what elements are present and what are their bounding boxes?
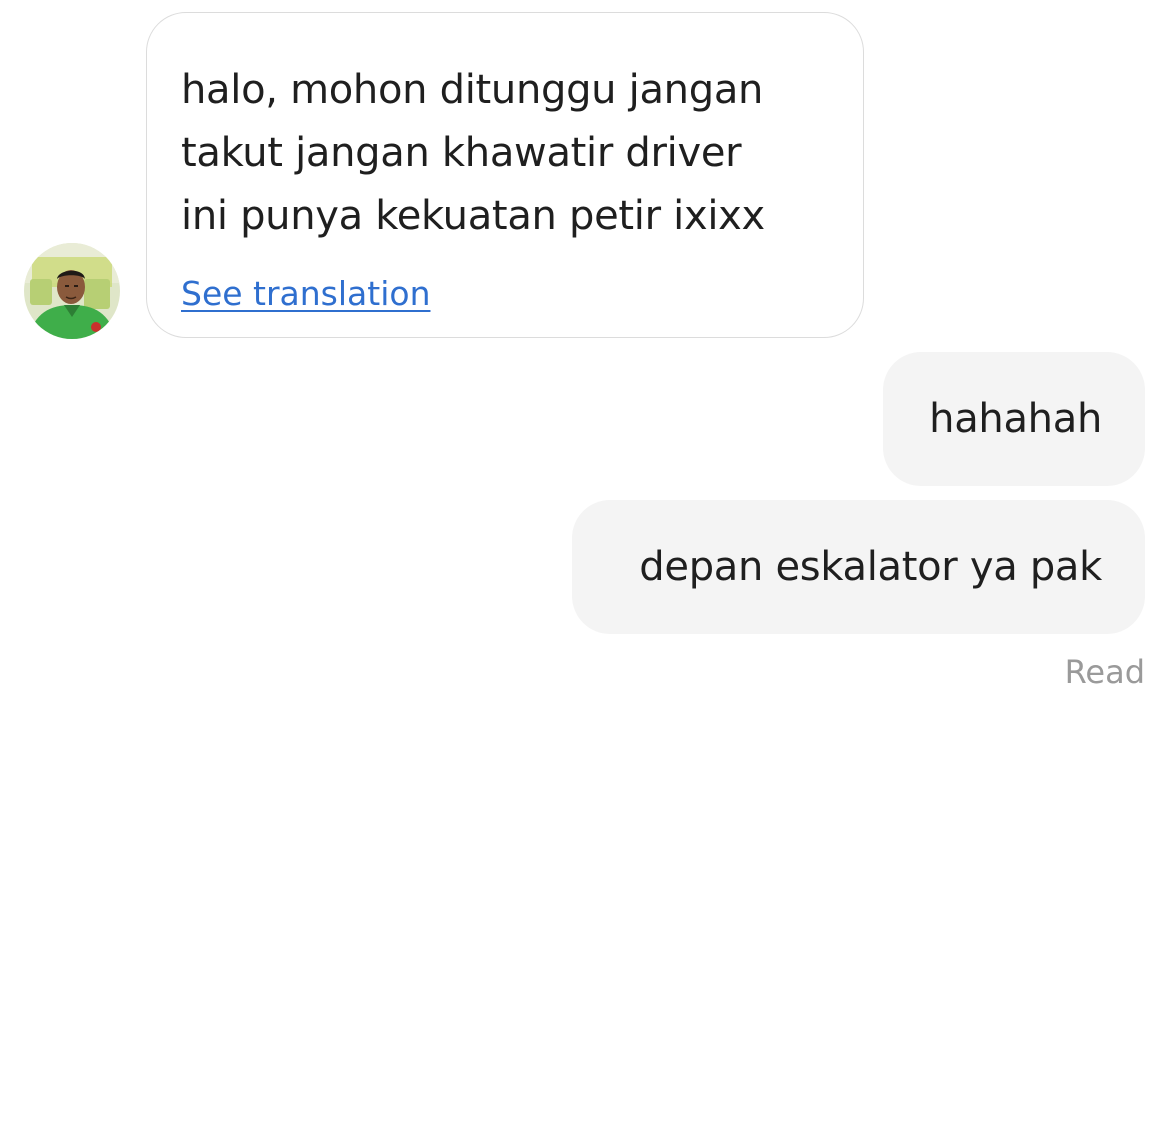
read-receipt: Read [1064,653,1145,691]
incoming-message-bubble[interactable]: halo, mohon ditunggu jangan takut jangan… [146,12,864,338]
outgoing-message-text: depan eskalator ya pak [639,544,1102,590]
see-translation-link[interactable]: See translation [181,274,430,314]
outgoing-message-bubble[interactable]: depan eskalator ya pak [572,500,1145,634]
incoming-message-text: halo, mohon ditunggu jangan takut jangan… [181,67,765,239]
driver-avatar-icon [24,243,120,339]
outgoing-message-text: hahahah [929,396,1102,442]
driver-avatar[interactable] [24,243,120,339]
outgoing-message-bubble[interactable]: hahahah [883,352,1145,486]
